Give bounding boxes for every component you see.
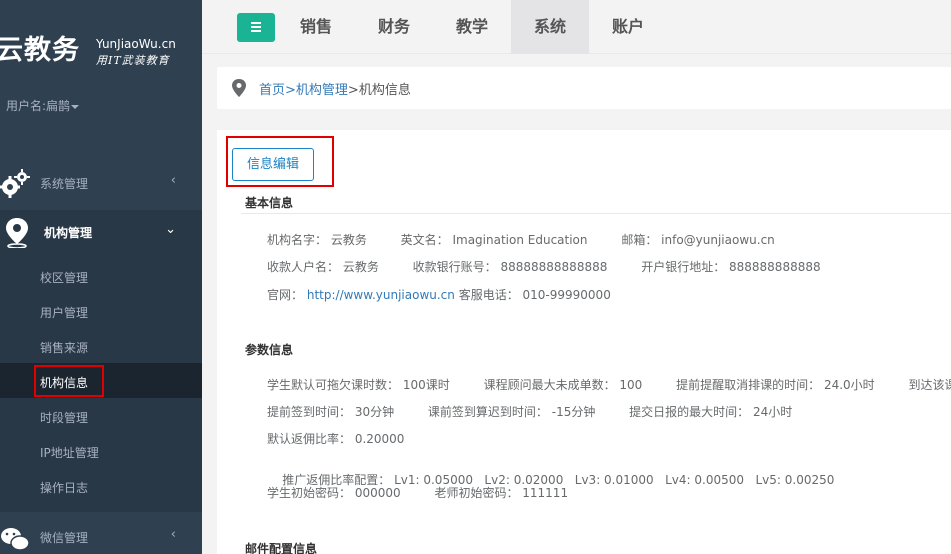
param-cancel-reminder: 提前提醒取消排课的时间： 24.0小时 bbox=[676, 378, 875, 392]
param-early-checkin: 提前签到时间： 30分钟 bbox=[267, 405, 395, 419]
divider bbox=[241, 213, 951, 214]
param-daily-report-time: 提交日报的最大时间： 24小时 bbox=[629, 405, 793, 419]
sidebar-item-label: 用户管理 bbox=[40, 306, 89, 320]
top-navbar: 销售 财务 教学 系统 账户 bbox=[202, 0, 951, 54]
param-late-threshold: 课前签到算迟到时间： -15分钟 bbox=[427, 405, 596, 419]
chevron-left-icon: ‹ bbox=[170, 173, 176, 188]
gears-icon bbox=[0, 169, 30, 198]
sidebar-group-label: 机构管理 bbox=[44, 226, 93, 240]
tab-system[interactable]: 系统 bbox=[511, 0, 589, 54]
sidebar: 云教务 YunJiaoWu.cn 用IT武装教育 用户名:扁鹊 系统管理 ‹ 机… bbox=[0, 0, 202, 554]
website-label: 官网： bbox=[267, 288, 304, 302]
sidebar-item-users[interactable]: 用户管理 bbox=[0, 293, 202, 328]
tab-teaching[interactable]: 教学 bbox=[433, 0, 511, 54]
basic-row-1: 机构名字： 云教务 英文名： Imagination Education 邮箱：… bbox=[267, 231, 805, 248]
sidebar-item-label: IP地址管理 bbox=[40, 446, 99, 460]
location-pin-icon bbox=[232, 79, 246, 97]
sidebar-group-org[interactable]: 机构管理 ⌄ bbox=[0, 210, 202, 256]
param-arrears-hours: 学生默认可拖欠课时数： 100课时 bbox=[267, 378, 450, 392]
param-arrive-hours: 到达该课时 bbox=[908, 378, 951, 392]
basic-row-2: 收款人户名： 云教务 收款银行账号： 88888888888888 开户银行地址… bbox=[267, 258, 851, 275]
sidebar-item-label: 操作日志 bbox=[40, 481, 89, 495]
sidebar-group-label: 系统管理 bbox=[40, 177, 89, 191]
sidebar-group-wechat[interactable]: 微信管理 ‹ bbox=[0, 515, 202, 554]
param-teacher-password: 老师初始密码： 111111 bbox=[434, 486, 569, 500]
bank-account-value: 收款银行账号： 88888888888888 bbox=[412, 260, 608, 274]
param-default-rebate: 默认返佣比率： 0.20000 bbox=[267, 432, 405, 446]
sidebar-item-org-info[interactable]: 机构信息 bbox=[0, 363, 202, 398]
tab-finance[interactable]: 财务 bbox=[355, 0, 433, 54]
params-row-2: 提前签到时间： 30分钟 课前签到算迟到时间： -15分钟 提交日报的最大时间：… bbox=[267, 403, 822, 420]
basic-row-3: 官网： http://www.yunjiaowu.cn 客服电话： 010-99… bbox=[267, 286, 641, 303]
org-info-panel: 信息编辑 基本信息 机构名字： 云教务 英文名： Imagination Edu… bbox=[217, 130, 951, 554]
breadcrumb: 首页>机构管理>机构信息 bbox=[217, 67, 951, 109]
logo-slogan: 用IT武装教育 bbox=[96, 54, 170, 67]
section-title-basic: 基本信息 bbox=[245, 196, 294, 210]
wechat-icon bbox=[1, 528, 30, 551]
sidebar-item-label: 校区管理 bbox=[40, 271, 89, 285]
section-title-params: 参数信息 bbox=[245, 343, 294, 357]
sidebar-item-ip-address[interactable]: IP地址管理 bbox=[0, 433, 202, 468]
bank-address-value: 开户银行地址： 888888888888 bbox=[641, 260, 821, 274]
username-dropdown[interactable]: 用户名:扁鹊 bbox=[6, 97, 80, 114]
param-student-password: 学生初始密码： 000000 bbox=[267, 486, 401, 500]
sidebar-group-system[interactable]: 系统管理 ‹ bbox=[0, 161, 202, 207]
service-phone-value: 客服电话： 010-99990000 bbox=[458, 288, 611, 302]
params-row-3: 默认返佣比率： 0.20000 bbox=[267, 430, 404, 447]
params-row-5: 学生初始密码： 000000 老师初始密码： 111111 bbox=[267, 484, 598, 501]
english-name-value: 英文名： Imagination Education bbox=[400, 233, 588, 247]
breadcrumb-trail: 首页>机构管理>机构信息 bbox=[259, 79, 411, 98]
location-pin-icon bbox=[6, 218, 28, 248]
breadcrumb-current: >机构信息 bbox=[347, 83, 411, 98]
sidebar-item-label: 时段管理 bbox=[40, 411, 89, 425]
caret-down-icon bbox=[71, 104, 80, 109]
sidebar-item-campus[interactable]: 校区管理 bbox=[0, 258, 202, 293]
params-row-1: 学生默认可拖欠课时数： 100课时 课程顾问最大未成单数： 100 提前提醒取消… bbox=[267, 376, 951, 393]
org-submenu: 校区管理 用户管理 销售来源 机构信息 时段管理 IP地址管理 操作日志 bbox=[0, 256, 202, 512]
logo: 云教务 YunJiaoWu.cn 用IT武装教育 bbox=[0, 22, 202, 82]
sidebar-item-label: 销售来源 bbox=[40, 341, 89, 355]
section-title-mail: 邮件配置信息 bbox=[245, 542, 318, 554]
logo-en-text: YunJiaoWu.cn bbox=[96, 37, 176, 51]
sidebar-item-time-slots[interactable]: 时段管理 bbox=[0, 398, 202, 433]
sidebar-group-label: 微信管理 bbox=[40, 531, 89, 545]
param-max-unclosed: 课程顾问最大未成单数： 100 bbox=[483, 378, 643, 392]
website-link[interactable]: http://www.yunjiaowu.cn bbox=[307, 288, 455, 302]
breadcrumb-home-link[interactable]: 首页 bbox=[259, 83, 285, 98]
sidebar-item-operation-log[interactable]: 操作日志 bbox=[0, 468, 202, 503]
payee-name-value: 收款人户名： 云教务 bbox=[267, 260, 379, 274]
org-name-value: 机构名字： 云教务 bbox=[267, 233, 367, 247]
edit-info-button[interactable]: 信息编辑 bbox=[232, 148, 314, 181]
tab-sales[interactable]: 销售 bbox=[277, 0, 355, 54]
chevron-down-icon: ⌄ bbox=[165, 222, 176, 237]
sidebar-item-label: 机构信息 bbox=[40, 376, 89, 390]
highlight-box: 信息编辑 bbox=[226, 136, 334, 187]
sidebar-item-sales-source[interactable]: 销售来源 bbox=[0, 328, 202, 363]
menu-toggle-button[interactable] bbox=[237, 13, 275, 42]
tab-account[interactable]: 账户 bbox=[589, 0, 667, 54]
chevron-left-icon: ‹ bbox=[170, 527, 176, 542]
logo-cn-text: 云教务 bbox=[0, 35, 80, 66]
username-label: 用户名:扁鹊 bbox=[6, 99, 71, 113]
email-value: 邮箱： info@yunjiaowu.cn bbox=[621, 233, 775, 247]
breadcrumb-org-link[interactable]: >机构管理 bbox=[285, 83, 348, 98]
